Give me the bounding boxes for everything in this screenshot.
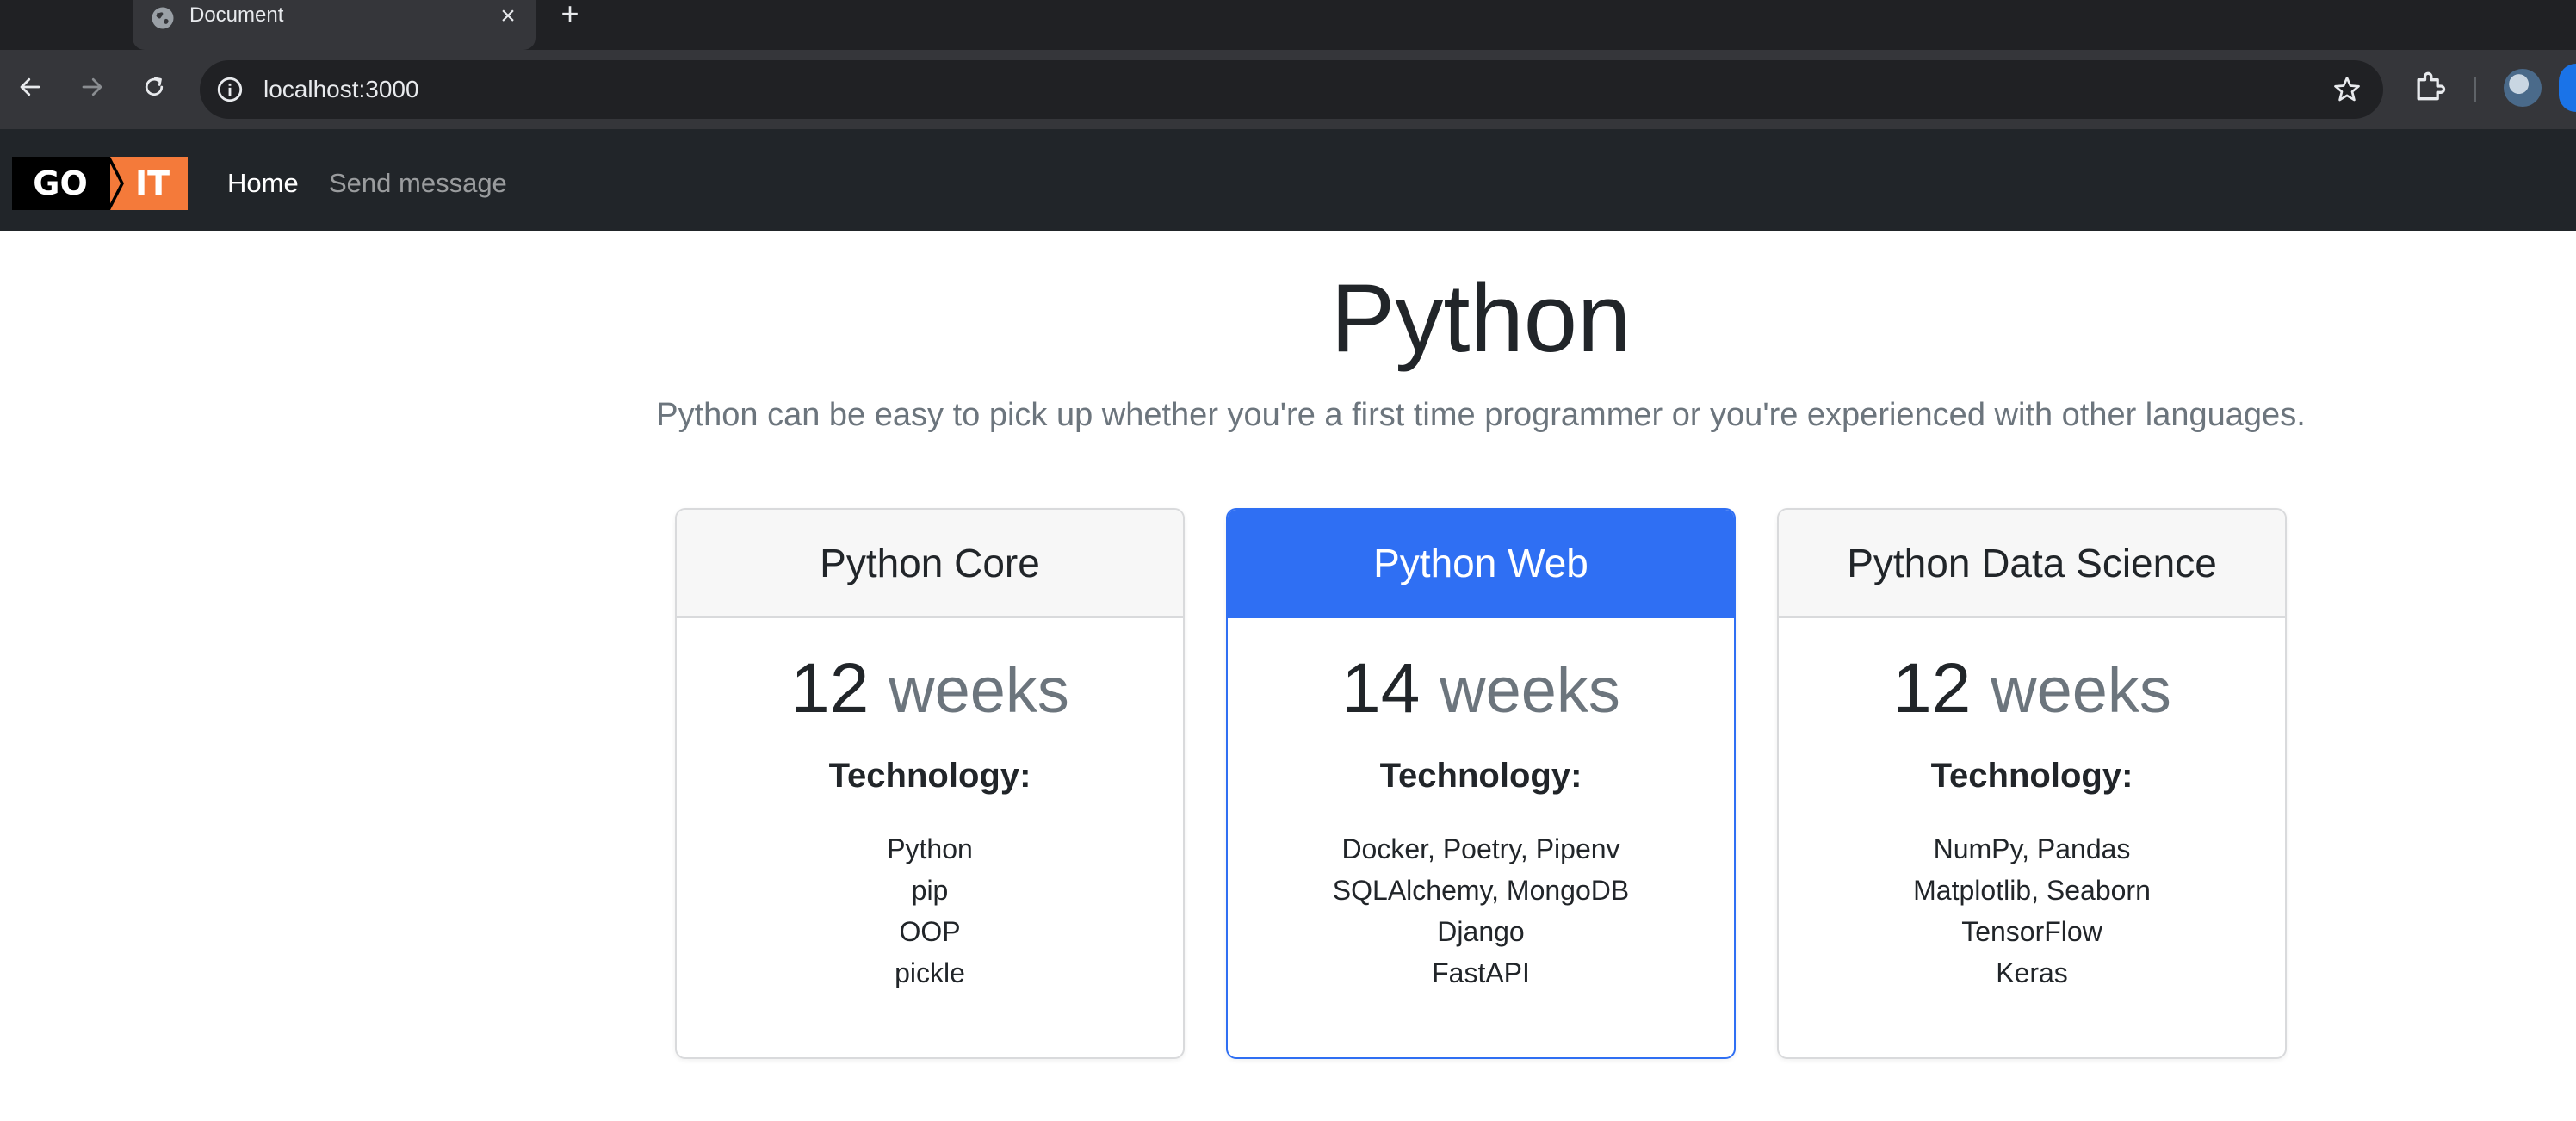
list-item: Python [887,833,973,864]
card-duration: 12 weeks [677,646,1183,734]
technology-list: NumPy, Pandas Matplotlib, Seaborn Tensor… [1779,828,2285,994]
extensions-icon[interactable] [2411,67,2449,105]
list-item: Matplotlib, Seaborn [1913,875,2151,906]
duration-number: 14 [1341,649,1421,728]
browser-tabstrip: Document × + [0,0,2576,50]
course-card-python-data-science: Python Data Science 12 weeks Technology:… [1777,508,2287,1059]
logo-text-go: GO [33,164,88,202]
card-title: Python Web [1228,510,1734,618]
reload-button[interactable] [133,65,176,108]
nav-link-home[interactable]: Home [227,164,299,203]
page-lead: Python can be easy to pick up whether yo… [656,397,2306,433]
technology-list: Docker, Poetry, Pipenv SQLAlchemy, Mongo… [1228,828,1734,994]
list-item: pip [911,875,949,906]
site-navbar: GO IT Home Send message [0,129,2576,231]
course-card-python-web: Python Web 14 weeks Technology: Docker, … [1226,508,1736,1059]
card-title: Python Core [677,510,1183,618]
course-card-python-core: Python Core 12 weeks Technology: Python … [675,508,1185,1059]
url-text[interactable]: localhost:3000 [263,60,419,119]
browser-toolbar: localhost:3000 [0,50,2576,129]
star-icon[interactable] [2331,74,2362,105]
technology-heading: Technology: [828,757,1031,795]
nav-link-send-message[interactable]: Send message [329,164,507,203]
page-title: Python [1330,264,1632,372]
arrow-right-icon [82,77,102,96]
technology-heading: Technology: [1930,757,2133,795]
close-tab-icon[interactable]: × [492,2,523,33]
forward-button[interactable] [71,65,114,108]
card-duration: 12 weeks [1779,646,2285,734]
logo-text-it: IT [135,164,170,202]
card-title: Python Data Science [1779,510,2285,618]
list-item: Django [1437,916,1525,947]
list-item: NumPy, Pandas [1933,833,2131,864]
tab-title: Document [189,3,284,27]
browser-tab[interactable]: Document × [133,0,536,50]
duration-number: 12 [790,649,870,728]
duration-unit: weeks [889,654,1069,726]
list-item: Keras [1996,957,2068,988]
list-item: pickle [895,957,965,988]
list-item: SQLAlchemy, MongoDB [1332,875,1630,906]
list-item: OOP [899,916,961,947]
globe-icon [152,7,174,29]
new-tab-button[interactable]: + [554,0,585,31]
reload-icon [145,77,164,96]
technology-list: Python pip OOP pickle [677,828,1183,994]
list-item: FastAPI [1432,957,1530,988]
arrow-left-icon [20,77,40,96]
address-bar[interactable]: localhost:3000 [200,60,2383,119]
card-duration: 14 weeks [1228,646,1734,734]
list-item: TensorFlow [1961,916,2102,947]
list-item: Docker, Poetry, Pipenv [1341,833,1620,864]
profile-avatar[interactable] [2504,69,2542,107]
info-icon[interactable] [215,75,245,104]
toolbar-divider [2474,77,2476,102]
technology-heading: Technology: [1379,757,1582,795]
profile-menu-edge[interactable] [2559,64,2576,112]
duration-number: 12 [1892,649,1972,728]
goit-logo[interactable]: GO IT [12,157,188,210]
duration-unit: weeks [1440,654,1620,726]
duration-unit: weeks [1991,654,2171,726]
back-button[interactable] [9,65,52,108]
